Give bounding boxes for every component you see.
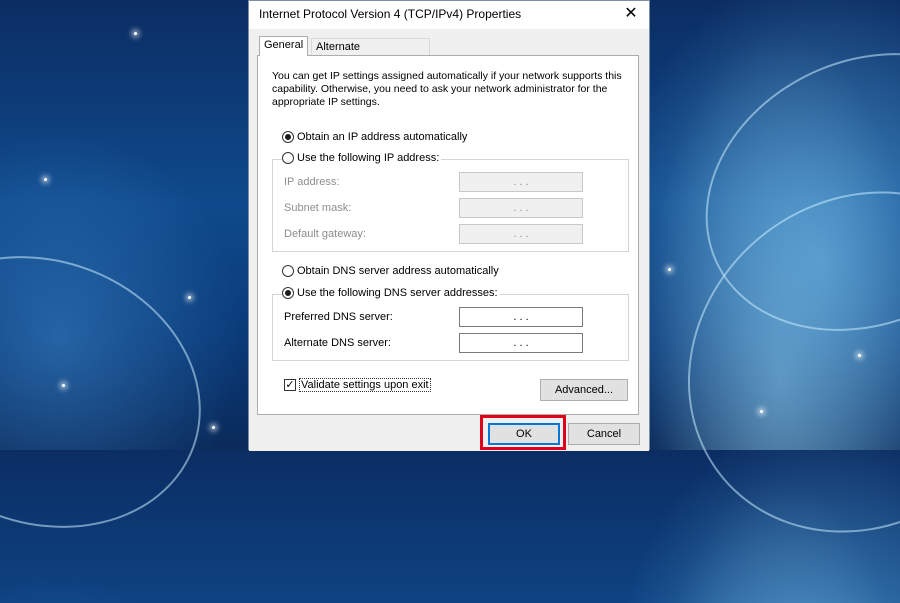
tab-general[interactable]: General xyxy=(259,36,308,56)
use-following-dns-option[interactable]: Use the following DNS server addresses: xyxy=(282,287,500,299)
default-gateway-value: . . . xyxy=(513,228,529,240)
advanced-button[interactable]: Advanced... xyxy=(540,379,628,401)
preferred-dns-value: . . . xyxy=(513,311,529,323)
obtain-ip-auto-label: Obtain an IP address automatically xyxy=(297,131,468,143)
obtain-dns-auto-label: Obtain DNS server address automatically xyxy=(297,265,499,277)
ip-address-field[interactable]: . . . xyxy=(459,172,583,192)
general-tab-panel: You can get IP settings assigned automat… xyxy=(257,55,639,415)
use-following-dns-radio[interactable] xyxy=(282,287,294,299)
tab-alternate-configuration[interactable]: Alternate Configuration xyxy=(311,38,430,70)
cancel-button[interactable]: Cancel xyxy=(568,423,640,445)
obtain-ip-auto-option[interactable]: Obtain an IP address automatically xyxy=(282,131,467,143)
obtain-dns-auto-radio[interactable] xyxy=(282,265,294,277)
ip-address-label: IP address: xyxy=(284,176,340,188)
preferred-dns-label: Preferred DNS server: xyxy=(284,311,393,323)
star-decoration xyxy=(212,426,215,429)
star-decoration xyxy=(44,178,47,181)
close-icon[interactable]: ✕ xyxy=(619,3,643,25)
dialog-title: Internet Protocol Version 4 (TCP/IPv4) P… xyxy=(259,7,522,21)
validate-settings-checkbox[interactable]: ✓ xyxy=(284,379,296,391)
title-bar: Internet Protocol Version 4 (TCP/IPv4) P… xyxy=(249,1,649,29)
validate-settings-label: Validate settings upon exit xyxy=(299,378,431,392)
ipv4-properties-dialog: Internet Protocol Version 4 (TCP/IPv4) P… xyxy=(248,0,650,451)
validate-settings-option[interactable]: ✓ Validate settings upon exit xyxy=(284,378,431,392)
subnet-mask-field[interactable]: . . . xyxy=(459,198,583,218)
default-gateway-field[interactable]: . . . xyxy=(459,224,583,244)
swirl-decoration xyxy=(0,212,240,572)
star-decoration xyxy=(134,32,137,35)
use-following-ip-radio[interactable] xyxy=(282,152,294,164)
star-decoration xyxy=(668,268,671,271)
obtain-ip-auto-radio[interactable] xyxy=(282,131,294,143)
ip-address-value: . . . xyxy=(513,176,529,188)
alternate-dns-label: Alternate DNS server: xyxy=(284,337,391,349)
alternate-dns-field[interactable]: . . . xyxy=(459,333,583,353)
preferred-dns-field[interactable]: . . . xyxy=(459,307,583,327)
star-decoration xyxy=(188,296,191,299)
intro-text: You can get IP settings assigned automat… xyxy=(272,70,622,108)
alternate-dns-value: . . . xyxy=(513,337,529,349)
obtain-dns-auto-option[interactable]: Obtain DNS server address automatically xyxy=(282,265,499,277)
use-following-dns-label: Use the following DNS server addresses: xyxy=(297,287,498,299)
use-following-ip-label: Use the following IP address: xyxy=(297,152,440,164)
ok-button[interactable]: OK xyxy=(488,423,560,445)
default-gateway-label: Default gateway: xyxy=(284,228,366,240)
subnet-mask-label: Subnet mask: xyxy=(284,202,352,214)
use-following-ip-option[interactable]: Use the following IP address: xyxy=(282,152,442,164)
subnet-mask-value: . . . xyxy=(513,202,529,214)
